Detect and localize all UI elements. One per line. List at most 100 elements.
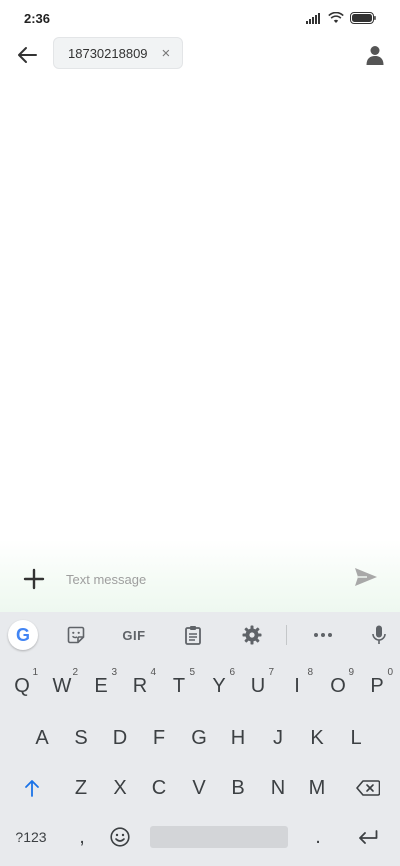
key-m[interactable]: M [297,768,337,808]
sticker-icon [67,626,85,644]
voice-input-button[interactable] [364,620,394,650]
key-n[interactable]: N [258,768,298,808]
key-hint: 3 [111,667,117,678]
key-label: S [74,726,88,749]
back-button[interactable] [14,42,40,68]
key-j[interactable]: J [258,718,298,758]
recipient-chip[interactable]: 18730218809 × [53,37,184,69]
gif-button[interactable]: GIF [118,620,150,650]
signal-icon [306,12,322,24]
key-x[interactable]: X [100,768,140,808]
back-arrow-icon [18,47,37,63]
key-label: ?123 [15,829,47,845]
key-label: R [132,674,148,697]
battery-icon [350,12,376,24]
key-e[interactable]: E3 [81,666,121,706]
person-icon [366,46,384,65]
key-g[interactable]: G [179,718,219,758]
wifi-icon [328,12,344,24]
message-input[interactable] [66,564,326,594]
key-hint: 7 [268,667,274,678]
sticker-button[interactable] [61,620,91,650]
key-label: A [35,726,49,749]
key-k[interactable]: K [297,718,337,758]
emoji-key[interactable] [100,817,140,857]
key-h[interactable]: H [218,718,258,758]
clipboard-icon [185,626,201,645]
key-i[interactable]: I8 [277,666,317,706]
remove-recipient-icon[interactable]: × [162,46,171,61]
status-time: 2:36 [24,10,51,26]
key-label: L [350,726,362,749]
key-f[interactable]: F [139,718,179,758]
key-label: N [270,776,286,799]
comma-key[interactable]: , [62,817,102,857]
key-label: Z [74,776,88,799]
key-w[interactable]: W2 [42,666,82,706]
symbols-key[interactable]: ?123 [8,817,54,857]
key-y[interactable]: Y6 [199,666,239,706]
key-row-2: A S D F G H J K L [0,718,400,758]
key-t[interactable]: T5 [159,666,199,706]
key-label: . [315,825,321,848]
key-z[interactable]: Z [61,768,101,808]
compose-bar [0,540,400,612]
key-label: , [79,825,85,848]
keyboard: G GIF Q1 W2 E3 R4 T5 Y6 U7 I8 O9 P0 A S … [0,612,400,866]
key-hint: 4 [150,667,156,678]
attach-button[interactable] [22,567,46,591]
key-label: G [191,726,207,749]
smiley-icon [110,827,130,847]
google-icon: G [15,624,30,645]
key-hint: 0 [387,667,393,678]
settings-button[interactable] [237,620,267,650]
key-o[interactable]: O9 [318,666,358,706]
backspace-icon [356,780,380,796]
key-s[interactable]: S [61,718,101,758]
contact-button[interactable] [362,42,388,68]
key-c[interactable]: C [139,768,179,808]
key-label: D [112,726,128,749]
period-key[interactable]: . [298,817,338,857]
key-d[interactable]: D [100,718,140,758]
toolbar-divider [286,625,287,645]
google-search-button[interactable]: G [8,620,38,650]
key-hint: 5 [189,667,195,678]
key-b[interactable]: B [218,768,258,808]
key-label: X [113,776,127,799]
enter-key[interactable] [348,817,388,857]
key-label: I [294,674,300,697]
send-button[interactable] [354,567,380,589]
backspace-key[interactable] [346,768,390,808]
key-label: M [308,776,326,799]
clipboard-button[interactable] [178,620,208,650]
key-label: Q [14,674,30,697]
conversation-header: 18730218809 × [0,36,400,72]
key-label: K [310,726,324,749]
key-r[interactable]: R4 [120,666,160,706]
key-label: P [370,674,384,697]
more-options-button[interactable] [308,620,338,650]
shift-key[interactable] [12,768,52,808]
status-bar: 2:36 [0,0,400,36]
key-hint: 2 [72,667,78,678]
key-l[interactable]: L [336,718,376,758]
status-icons [306,12,376,24]
key-u[interactable]: U7 [238,666,278,706]
gif-label: GIF [122,627,146,643]
shift-arrow-icon [25,780,39,797]
send-icon [355,568,377,586]
key-label: U [250,674,266,697]
key-hint: 9 [348,667,354,678]
key-v[interactable]: V [179,768,219,808]
microphone-icon [372,625,386,644]
key-label: Y [212,674,226,697]
enter-arrow-icon [359,830,378,844]
key-hint: 8 [307,667,313,678]
key-hint: 6 [229,667,235,678]
key-a[interactable]: A [22,718,62,758]
key-label: J [273,726,283,749]
key-q[interactable]: Q1 [2,666,42,706]
space-bar[interactable] [150,826,288,848]
key-p[interactable]: P0 [357,666,397,706]
